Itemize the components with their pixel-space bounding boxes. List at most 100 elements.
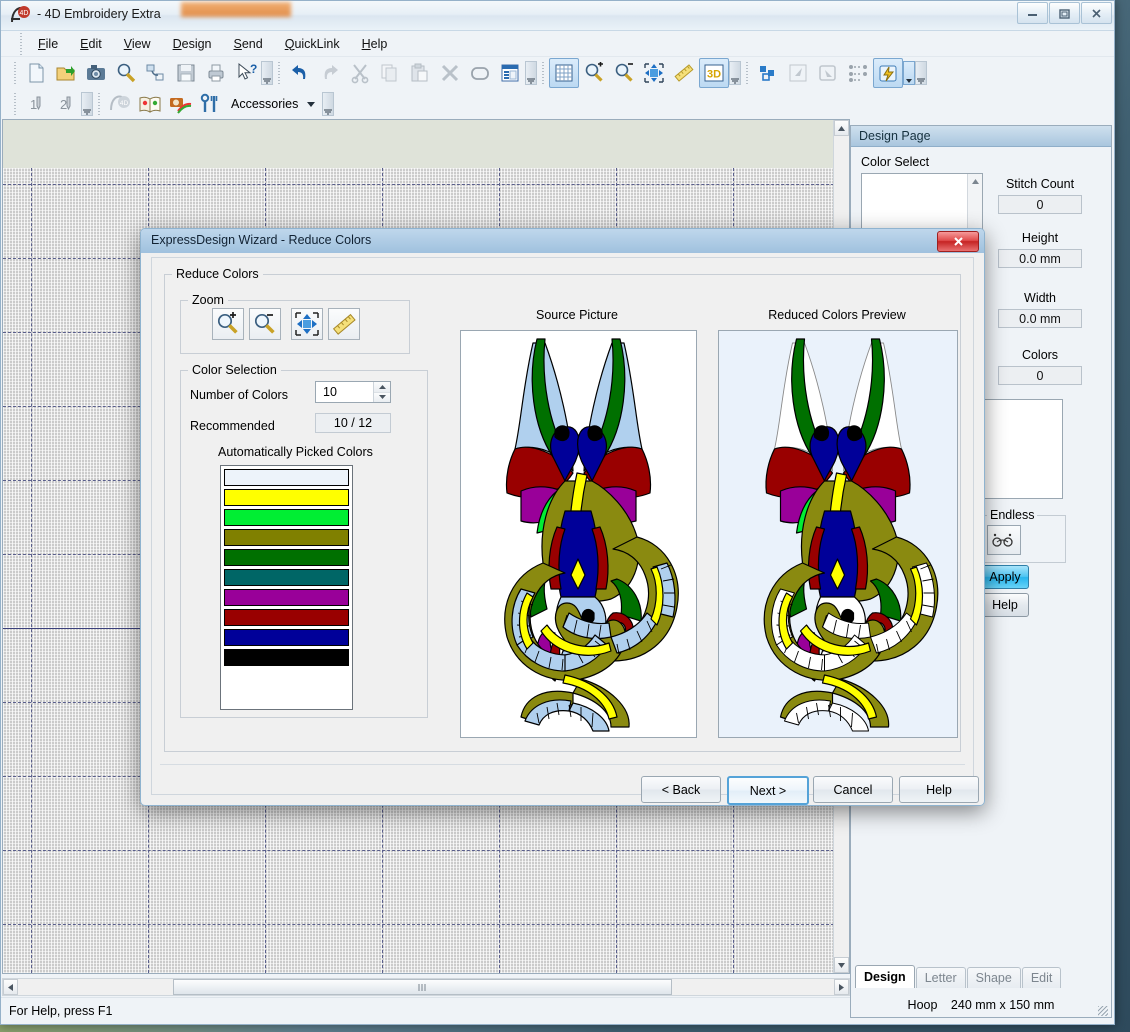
close-button[interactable] [1081, 2, 1112, 24]
apply-button[interactable]: Apply [981, 565, 1029, 589]
reduced-preview-artwork [720, 331, 956, 737]
menu-item-edit[interactable]: Edit [69, 34, 113, 54]
toolbar2-overflow-2[interactable] [322, 90, 335, 118]
undo-icon[interactable] [285, 58, 315, 88]
color-swatch-olive[interactable] [224, 529, 349, 546]
color-swatch-near-white[interactable] [224, 469, 349, 486]
menu-item-send[interactable]: Send [223, 34, 274, 54]
thread-preview-box[interactable] [983, 399, 1063, 499]
menu-item-design[interactable]: Design [162, 34, 223, 54]
color-swatch-navy[interactable] [224, 629, 349, 646]
spinner-up-icon[interactable] [374, 382, 390, 393]
grid-icon[interactable] [549, 58, 579, 88]
redo-icon[interactable] [315, 58, 345, 88]
paste-icon[interactable] [405, 58, 435, 88]
endless-icon[interactable] [987, 525, 1021, 555]
zoom-fit-icon[interactable] [639, 58, 669, 88]
design-page-header: Design Page [851, 126, 1111, 147]
cancel-button[interactable]: Cancel [813, 776, 893, 803]
chevron-down-icon[interactable] [306, 97, 316, 111]
accessories-label[interactable]: Accessories [225, 97, 304, 111]
scroll-down-arrow[interactable] [834, 957, 849, 973]
stitch-count-value: 0 [998, 195, 1082, 214]
reduced-preview-frame[interactable] [718, 330, 958, 738]
cut-scissors-icon[interactable] [345, 58, 375, 88]
zoom-in-icon[interactable] [579, 58, 609, 88]
tab-shape[interactable]: Shape [966, 967, 1021, 988]
menu-item-help[interactable]: Help [351, 34, 399, 54]
picked-colors-list[interactable] [220, 465, 353, 710]
number-of-colors-spin-buttons[interactable] [373, 382, 390, 402]
3d-icon[interactable]: 3D [699, 58, 729, 88]
new-icon[interactable] [21, 58, 51, 88]
svg-text:3D: 3D [707, 69, 721, 81]
hoop-icon[interactable] [465, 58, 495, 88]
help-button[interactable]: Help [899, 776, 979, 803]
select-rect-icon[interactable] [813, 58, 843, 88]
color-swatch-bright-green[interactable] [224, 509, 349, 526]
color-swatch-dark-green[interactable] [224, 549, 349, 566]
back-button[interactable]: < Back [641, 776, 721, 803]
scroll-right-arrow[interactable] [834, 979, 849, 995]
svg-text:2: 2 [60, 97, 67, 112]
save-floppy-icon[interactable] [171, 58, 201, 88]
insert-design-icon[interactable] [141, 58, 171, 88]
ruler-icon[interactable] [328, 308, 360, 340]
maximize-button[interactable] [1049, 2, 1080, 24]
toolbar-overflow-4[interactable] [915, 59, 927, 87]
next-button[interactable]: Next > [727, 776, 809, 805]
camera-rainbow-icon[interactable] [165, 89, 195, 119]
color-swatch-purple[interactable] [224, 589, 349, 606]
select-arrow-icon[interactable] [783, 58, 813, 88]
color-swatch-yellow[interactable] [224, 489, 349, 506]
scroll-up-arrow[interactable] [834, 120, 849, 136]
print-icon[interactable] [201, 58, 231, 88]
zoom-out-icon[interactable] [249, 308, 281, 340]
book-icon[interactable] [135, 89, 165, 119]
lightning-dropdown[interactable] [903, 59, 915, 87]
tab-edit[interactable]: Edit [1021, 967, 1062, 988]
copy-icon[interactable] [375, 58, 405, 88]
delete-x-icon[interactable] [435, 58, 465, 88]
toolbar-overflow-3[interactable] [729, 59, 741, 87]
needle-1-icon[interactable]: 1 [21, 89, 51, 119]
tools-icon[interactable] [195, 89, 225, 119]
sequence-icon[interactable] [843, 58, 873, 88]
canvas-horizontal-scrollbar[interactable] [2, 978, 850, 996]
color-swatch-dark-red[interactable] [224, 609, 349, 626]
tab-design[interactable]: Design [855, 965, 915, 988]
color-swatch-teal[interactable] [224, 569, 349, 586]
group-blocks-icon[interactable] [753, 58, 783, 88]
menu-item-view[interactable]: View [113, 34, 162, 54]
source-picture-frame[interactable] [460, 330, 697, 738]
measure-ruler-icon[interactable] [669, 58, 699, 88]
color-swatch-black[interactable] [224, 649, 349, 666]
scroll-left-arrow[interactable] [3, 979, 18, 995]
needle-2-icon[interactable]: 2 [51, 89, 81, 119]
zoom-out-icon[interactable] [609, 58, 639, 88]
toolbar2-overflow-1[interactable] [81, 90, 93, 118]
zoom-in-icon[interactable] [212, 308, 244, 340]
toolbar-overflow-1[interactable] [261, 59, 273, 87]
4d-suite-icon[interactable]: 4D [105, 89, 135, 119]
menu-item-file[interactable]: File [27, 34, 69, 54]
resize-grip[interactable] [1098, 1006, 1108, 1016]
number-of-colors-value[interactable]: 10 [316, 385, 373, 399]
spinner-down-icon[interactable] [374, 392, 390, 402]
tab-letter[interactable]: Letter [915, 967, 966, 988]
open-folder-icon[interactable] [51, 58, 81, 88]
pan-move-icon[interactable] [291, 308, 323, 340]
lightning-icon[interactable] [873, 58, 903, 88]
number-of-colors-stepper[interactable]: 10 [315, 381, 391, 403]
toolbar-overflow-2[interactable] [525, 59, 537, 87]
menu-item-quicklink[interactable]: QuickLink [274, 34, 351, 54]
dialog-close-button[interactable] [937, 231, 979, 252]
hscroll-thumb[interactable] [173, 979, 672, 995]
recommended-value: 10 / 12 [315, 413, 391, 433]
camera-icon[interactable] [81, 58, 111, 88]
minimize-button[interactable] [1017, 2, 1048, 24]
help-button-panel[interactable]: Help [981, 593, 1029, 617]
help-pointer-icon[interactable]: ? [231, 58, 261, 88]
design-properties-icon[interactable] [495, 58, 525, 88]
magnifier-pencil-icon[interactable] [111, 58, 141, 88]
